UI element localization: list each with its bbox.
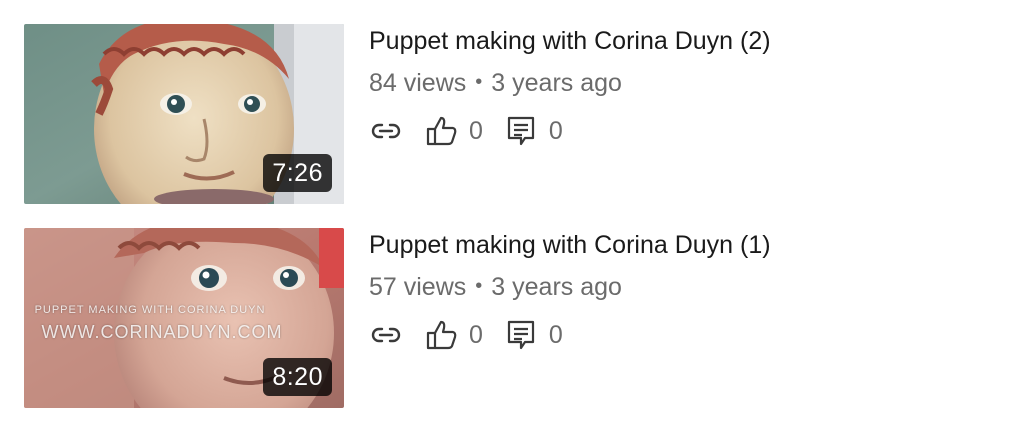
video-thumbnail[interactable]: 7:26 [24, 24, 344, 204]
video-title[interactable]: Puppet making with Corina Duyn (2) [369, 24, 771, 58]
comment-icon [505, 114, 539, 148]
video-thumbnail[interactable]: PUPPET MAKING WITH CORINA DUYN WWW.CORIN… [24, 228, 344, 408]
thumbs-up-icon [425, 114, 459, 148]
video-actions: 0 0 [369, 318, 771, 352]
like-count: 0 [469, 116, 483, 145]
comment-icon [505, 318, 539, 352]
meta-separator: • [475, 275, 483, 297]
comment-count: 0 [548, 320, 563, 349]
video-item[interactable]: 7:26 Puppet making with Corina Duyn (2) … [24, 24, 1000, 204]
comment-button[interactable]: 0 [505, 318, 563, 352]
upload-age: 3 years ago [491, 69, 622, 97]
like-button[interactable]: 0 [425, 114, 483, 148]
comment-button[interactable]: 0 [505, 114, 563, 148]
link-icon[interactable] [369, 318, 403, 352]
watermark-url: WWW.CORINADUYN.COM [41, 322, 283, 342]
meta-separator: • [475, 71, 483, 93]
video-title[interactable]: Puppet making with Corina Duyn (1) [369, 228, 771, 262]
link-icon[interactable] [369, 114, 403, 148]
like-button[interactable]: 0 [425, 318, 483, 352]
video-info: Puppet making with Corina Duyn (2) 84 vi… [369, 24, 771, 148]
watermark-text: PUPPET MAKING WITH CORINA DUYN [34, 304, 266, 316]
thumbs-up-icon [425, 318, 459, 352]
like-count: 0 [469, 320, 483, 349]
video-meta: 84 views • 3 years ago [369, 66, 771, 102]
upload-age: 3 years ago [491, 273, 622, 301]
video-item[interactable]: PUPPET MAKING WITH CORINA DUYN WWW.CORIN… [24, 228, 1000, 408]
view-count: 57 views [369, 273, 467, 301]
comment-count: 0 [548, 116, 563, 145]
video-meta: 57 views • 3 years ago [369, 270, 771, 306]
video-duration: 7:26 [263, 154, 332, 192]
video-list: 7:26 Puppet making with Corina Duyn (2) … [24, 24, 1000, 432]
view-count: 84 views [369, 69, 467, 97]
video-info: Puppet making with Corina Duyn (1) 57 vi… [369, 228, 771, 352]
video-duration: 8:20 [263, 358, 332, 396]
video-actions: 0 0 [369, 114, 771, 148]
